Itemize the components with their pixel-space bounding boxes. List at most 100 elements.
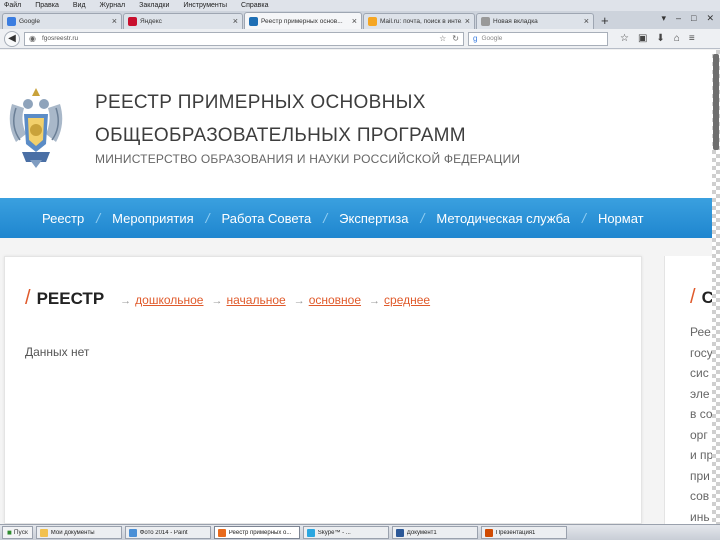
menu-item[interactable]: Закладки bbox=[139, 0, 169, 11]
taskbar-button[interactable]: Skype™ - ... bbox=[302, 526, 389, 539]
arrow-icon: → bbox=[211, 295, 223, 307]
site-title-line1: РЕЕСТР ПРИМЕРНЫХ ОСНОВНЫХ bbox=[95, 92, 426, 113]
tab-close-icon[interactable]: × bbox=[233, 17, 238, 26]
ministry-subtitle: МИНИСТЕРСТВО ОБРАЗОВАНИЯ И НАУКИ РОССИЙС… bbox=[95, 152, 521, 166]
url-text: fgosreestr.ru bbox=[41, 35, 79, 42]
menu-icon[interactable]: ≡ bbox=[689, 33, 695, 44]
app-icon bbox=[306, 528, 315, 537]
sidebar-text-line: сис bbox=[690, 366, 709, 380]
download-icon[interactable]: ⬇ bbox=[656, 33, 664, 44]
browser-tab[interactable]: Google × bbox=[2, 13, 122, 29]
close-icon[interactable]: ✕ bbox=[706, 13, 714, 24]
taskbar-button[interactable]: Реестр примерных о... bbox=[213, 526, 300, 539]
tab-close-icon[interactable]: × bbox=[584, 17, 589, 26]
tab-label: Реестр примерных основ... bbox=[261, 17, 343, 25]
windows-logo-icon: ■ bbox=[7, 528, 12, 537]
reload-icon[interactable]: ↻ bbox=[452, 34, 459, 43]
page-scrollbar[interactable] bbox=[712, 50, 720, 524]
tab-favicon-icon bbox=[7, 17, 16, 26]
tab-label: Mail.ru: почта, поиск в инте... bbox=[380, 18, 462, 25]
app-icon bbox=[39, 528, 48, 537]
search-placeholder: Google bbox=[481, 35, 503, 42]
level-filter-link[interactable]: среднее bbox=[384, 293, 430, 307]
sidebar-title-text: С bbox=[701, 288, 712, 307]
clipboard-icon[interactable]: ▣ bbox=[638, 33, 647, 44]
app-icon bbox=[128, 528, 137, 537]
scrollbar-thumb[interactable] bbox=[713, 54, 719, 150]
nav-item[interactable]: Работа Совета bbox=[222, 211, 312, 226]
empty-message: Данных нет bbox=[25, 345, 90, 359]
site-identity-icon[interactable]: ◉ bbox=[29, 34, 36, 43]
navigation-bar: ◀ ◉ fgosreestr.ru ☆ ↻ g Google ☆ ▣ ⬇ ⌂ ≡ bbox=[0, 29, 720, 49]
search-engine-icon[interactable]: g bbox=[473, 34, 477, 43]
nav-separator: / bbox=[205, 210, 210, 226]
arrow-icon: → bbox=[120, 295, 132, 307]
app-icon bbox=[484, 528, 493, 537]
menu-item[interactable]: Правка bbox=[35, 0, 59, 11]
window-controls: ▾ – □ ✕ bbox=[661, 13, 714, 24]
menu-bar: Файл Правка Вид Журнал Закладки Инструменты Сп… bbox=[0, 0, 720, 11]
browser-tab[interactable]: Реестр примерных основ... × bbox=[244, 12, 362, 29]
tab-strip: Google × Яндекс × Реестр примерных основ... ×… bbox=[0, 11, 720, 29]
title-slash: / bbox=[25, 287, 31, 309]
bookmark-star-icon[interactable]: ☆ bbox=[439, 34, 446, 43]
tab-close-icon[interactable]: × bbox=[352, 16, 357, 26]
home-icon[interactable]: ⌂ bbox=[674, 33, 680, 44]
level-filter-link[interactable]: начальное bbox=[226, 293, 285, 307]
app-icon bbox=[395, 528, 404, 537]
sidebar-text-line: и пр bbox=[690, 448, 712, 462]
taskbar-button[interactable]: Фото 2014 - Paint bbox=[124, 526, 211, 539]
sidebar-text-line: при bbox=[690, 468, 710, 483]
sidebar-panel: / С Рее госу сис эле в со орг и пр при сов инь bbox=[664, 256, 712, 524]
taskbar-button[interactable]: Документ1 bbox=[391, 526, 478, 539]
sidebar-text-line: госу bbox=[690, 345, 712, 360]
start-label: Пуск bbox=[13, 529, 28, 536]
browser-tab[interactable]: Mail.ru: почта, поиск в инте... × bbox=[363, 13, 475, 29]
sidebar-title-slash: / bbox=[690, 286, 696, 308]
menu-item[interactable]: Инструменты bbox=[183, 0, 227, 11]
tab-favicon-icon bbox=[128, 17, 137, 26]
start-button[interactable]: ■ Пуск bbox=[2, 526, 33, 539]
new-tab-button[interactable]: + bbox=[595, 13, 615, 29]
address-bar[interactable]: ◉ fgosreestr.ru ☆ ↻ bbox=[24, 31, 464, 46]
tab-close-icon[interactable]: × bbox=[112, 17, 117, 26]
taskbar-button-label: Документ1 bbox=[406, 529, 437, 536]
tab-label: Яндекс bbox=[140, 18, 162, 25]
sidebar-text-line: эле bbox=[690, 386, 710, 401]
arrow-icon: → bbox=[369, 295, 381, 307]
tab-close-icon[interactable]: × bbox=[465, 17, 470, 26]
minimize-icon[interactable]: – bbox=[676, 13, 681, 24]
menu-item[interactable]: Файл bbox=[4, 0, 21, 11]
back-button[interactable]: ◀ bbox=[4, 30, 20, 47]
menu-item[interactable]: Вид bbox=[73, 0, 86, 11]
bookmarks-icon[interactable]: ☆ bbox=[620, 33, 629, 44]
sidebar-text-line: сов bbox=[690, 489, 710, 503]
browser-tab[interactable]: Яндекс × bbox=[123, 13, 243, 29]
nav-item[interactable]: Методическая служба bbox=[436, 211, 570, 226]
maximize-icon[interactable]: □ bbox=[691, 13, 696, 24]
web-page: РЕЕСТР ПРИМЕРНЫХ ОСНОВНЫХ ОБЩЕОБРАЗОВАТЕ… bbox=[0, 50, 712, 524]
tab-favicon-icon bbox=[481, 17, 490, 26]
tab-list-icon[interactable]: ▾ bbox=[661, 13, 666, 24]
sidebar-text: Рее госу сис эле в со орг и пр при сов инь bbox=[690, 322, 712, 524]
tab-label: Google bbox=[19, 18, 40, 25]
sidebar-text-line: орг bbox=[690, 427, 708, 442]
level-filter-link[interactable]: дошкольное bbox=[135, 293, 203, 307]
nav-item[interactable]: Мероприятия bbox=[112, 211, 194, 226]
search-bar[interactable]: g Google bbox=[468, 31, 608, 46]
nav-item[interactable]: Реестр bbox=[42, 211, 84, 226]
menu-item[interactable]: Справка bbox=[241, 0, 268, 11]
browser-tab[interactable]: Новая вкладка × bbox=[476, 13, 594, 29]
nav-item[interactable]: Нормат bbox=[598, 211, 644, 226]
taskbar-button[interactable]: Мои документы bbox=[35, 526, 122, 539]
level-filter-link[interactable]: основное bbox=[309, 293, 361, 307]
taskbar-button[interactable]: Презентация1 bbox=[480, 526, 567, 539]
menu-item[interactable]: Журнал bbox=[100, 0, 126, 11]
sidebar-text-line: инь bbox=[690, 509, 710, 524]
ministry-emblem-icon[interactable] bbox=[2, 84, 70, 170]
nav-item[interactable]: Экспертиза bbox=[339, 211, 408, 226]
taskbar-button-label: Реестр примерных о... bbox=[228, 529, 292, 536]
page-title: РЕЕСТР bbox=[36, 289, 105, 308]
taskbar-button-label: Skype™ - ... bbox=[317, 529, 351, 536]
toolbar-icons: ☆ ▣ ⬇ ⌂ ≡ bbox=[620, 33, 695, 44]
